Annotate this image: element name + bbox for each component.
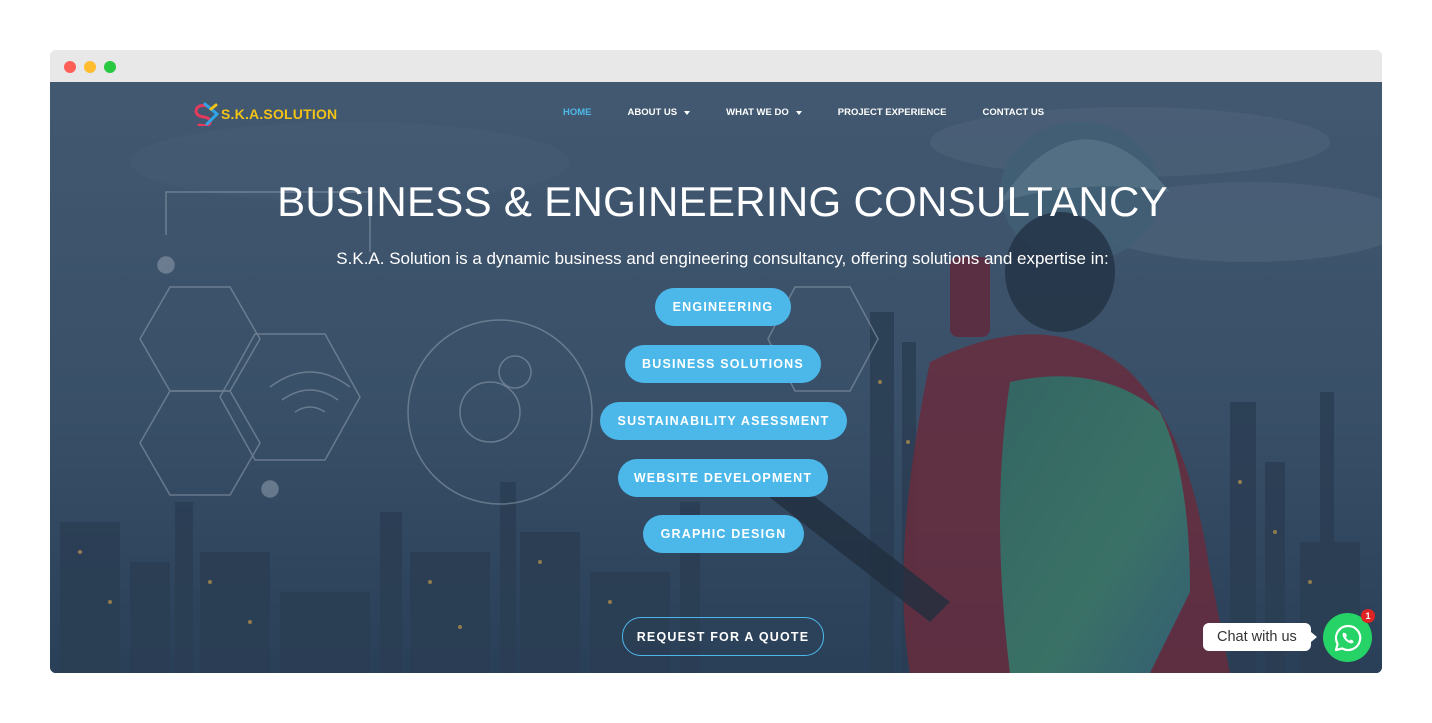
close-window-dot[interactable] (64, 61, 76, 73)
browser-window: S.K.A.SOLUTION HOME ABOUT US WHAT WE DO … (50, 50, 1382, 673)
nav-item-project-experience[interactable]: PROJECT EXPERIENCE (838, 107, 947, 118)
nav-item-label: HOME (563, 107, 592, 118)
service-button-sustainability-assessment[interactable]: SUSTAINABILITY ASESSMENT (600, 402, 847, 440)
hero-section: S.K.A.SOLUTION HOME ABOUT US WHAT WE DO … (50, 82, 1382, 673)
notification-badge: 1 (1361, 609, 1375, 623)
ska-logo-icon (194, 102, 219, 126)
browser-title-bar (50, 50, 1382, 82)
nav-item-home[interactable]: HOME (563, 107, 592, 118)
hero-subtitle: S.K.A. Solution is a dynamic business an… (336, 249, 1109, 268)
chat-with-us-label[interactable]: Chat with us (1203, 623, 1317, 651)
nav-item-label: WHAT WE DO (726, 107, 789, 118)
service-button-website-development[interactable]: WEBSITE DEVELOPMENT (618, 459, 828, 497)
main-navigation: HOME ABOUT US WHAT WE DO PROJECT EXPERIE… (563, 107, 1080, 118)
service-button-graphic-design[interactable]: GRAPHIC DESIGN (643, 515, 804, 553)
nav-item-label: PROJECT EXPERIENCE (837, 107, 947, 118)
brand-name: S.K.A.SOLUTION (221, 106, 338, 122)
nav-item-contact-us[interactable]: CONTACT US (983, 107, 1045, 118)
request-quote-button[interactable]: REQUEST FOR A QUOTE (622, 617, 824, 656)
site-logo[interactable]: S.K.A.SOLUTION (193, 102, 337, 126)
chevron-down-icon (795, 111, 802, 115)
chevron-down-icon (684, 111, 691, 115)
whatsapp-icon (1334, 624, 1361, 651)
nav-item-what-we-do[interactable]: WHAT WE DO (726, 107, 802, 118)
hero-title: BUSINESS & ENGINEERING CONSULTANCY (277, 178, 1168, 225)
minimize-window-dot[interactable] (84, 61, 96, 73)
nav-item-label: ABOUT US (627, 107, 678, 118)
service-button-business-solutions[interactable]: BUSINESS SOLUTIONS (625, 345, 821, 383)
nav-item-label: CONTACT US (982, 107, 1045, 118)
maximize-window-dot[interactable] (104, 61, 116, 73)
nav-item-about-us[interactable]: ABOUT US (628, 107, 691, 118)
service-button-engineering[interactable]: ENGINEERING (655, 288, 791, 326)
